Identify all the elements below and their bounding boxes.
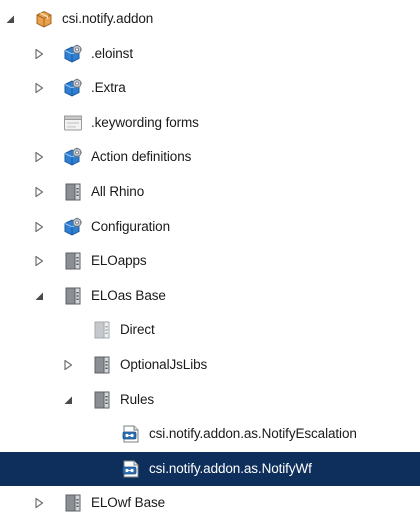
tree-item-label: .Extra — [91, 80, 126, 96]
binder-icon — [63, 251, 83, 271]
script-document-icon — [121, 424, 141, 444]
blue-gear-cube-icon — [63, 217, 83, 237]
tree-item[interactable]: csi.notify.addon.as.NotifyEscalation — [0, 417, 420, 451]
blue-gear-cube-icon — [63, 78, 83, 98]
tree-item[interactable]: .Extra — [0, 71, 420, 105]
tree-item[interactable]: .eloinst — [0, 37, 420, 71]
tree-item[interactable]: All Rhino — [0, 175, 420, 209]
collapsed-arrow-icon[interactable] — [33, 221, 45, 233]
binder-icon — [92, 390, 112, 410]
tree-item[interactable]: OptionalJsLibs — [0, 348, 420, 382]
tree-item[interactable]: csi.notify.addon — [0, 2, 420, 36]
tree-item-label: Rules — [120, 391, 155, 407]
tree-item[interactable]: ELOas Base — [0, 279, 420, 313]
collapsed-arrow-icon[interactable] — [62, 359, 74, 371]
tree-item[interactable]: .keywording forms — [0, 106, 420, 140]
tree-item[interactable]: ELOwf Base — [0, 486, 420, 520]
binder-icon — [63, 182, 83, 202]
binder-light-icon — [92, 320, 112, 340]
tree-item-label: .eloinst — [91, 45, 133, 61]
tree-item-label: Configuration — [91, 218, 171, 234]
tree-item-label: ELOwf Base — [91, 495, 166, 511]
tree-item-label: Action definitions — [91, 149, 192, 165]
collapsed-arrow-icon[interactable] — [33, 82, 45, 94]
tree-item-label: ELOas Base — [91, 287, 166, 303]
expanded-arrow-icon[interactable] — [33, 290, 45, 302]
script-document-icon — [121, 459, 141, 479]
tree-item-label: csi.notify.addon.as.NotifyWf — [149, 460, 312, 476]
expanded-arrow-icon[interactable] — [4, 13, 16, 25]
collapsed-arrow-icon[interactable] — [33, 151, 45, 163]
collapsed-arrow-icon[interactable] — [33, 497, 45, 509]
form-icon — [63, 113, 83, 133]
blue-gear-cube-icon — [63, 44, 83, 64]
tree-item[interactable]: Configuration — [0, 210, 420, 244]
tree-item-label: csi.notify.addon — [62, 11, 154, 26]
tree-item-label: OptionalJsLibs — [120, 357, 208, 372]
binder-icon — [92, 355, 112, 375]
binder-icon — [63, 493, 83, 513]
tree-item-label: ELOapps — [91, 253, 147, 269]
blue-gear-cube-icon — [63, 147, 83, 167]
tree-item[interactable]: ELOapps — [0, 244, 420, 278]
tree-item-label: csi.notify.addon.as.NotifyEscalation — [149, 426, 357, 442]
collapsed-arrow-icon[interactable] — [33, 186, 45, 198]
tree-item-label: .keywording forms — [91, 114, 199, 130]
collapsed-arrow-icon[interactable] — [33, 255, 45, 267]
package-icon — [34, 9, 54, 29]
collapsed-arrow-icon[interactable] — [33, 48, 45, 60]
tree-item-label: All Rhino — [91, 184, 145, 199]
expanded-arrow-icon[interactable] — [62, 394, 74, 406]
tree-item[interactable]: csi.notify.addon.as.NotifyWf — [0, 451, 420, 486]
tree-item[interactable]: Action definitions — [0, 140, 420, 174]
tree-item[interactable]: Direct — [0, 313, 420, 347]
tree-item[interactable]: Rules — [0, 383, 420, 417]
tree-item-label: Direct — [120, 322, 155, 338]
repository-tree: csi.notify.addon .eloinst .Extra .keywordin… — [0, 0, 420, 512]
binder-icon — [63, 286, 83, 306]
